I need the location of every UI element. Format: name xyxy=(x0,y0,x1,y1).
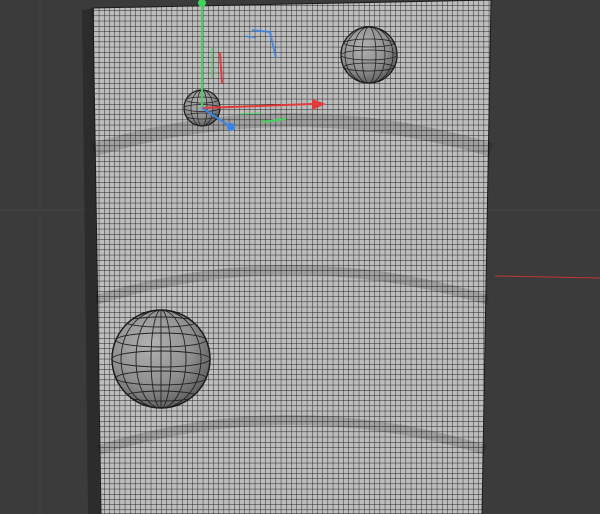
sphere-top-right[interactable] xyxy=(340,26,398,84)
viewport-canvas[interactable] xyxy=(0,0,600,514)
sphere-large-lower[interactable] xyxy=(111,309,211,409)
3d-viewport[interactable] xyxy=(0,0,600,514)
